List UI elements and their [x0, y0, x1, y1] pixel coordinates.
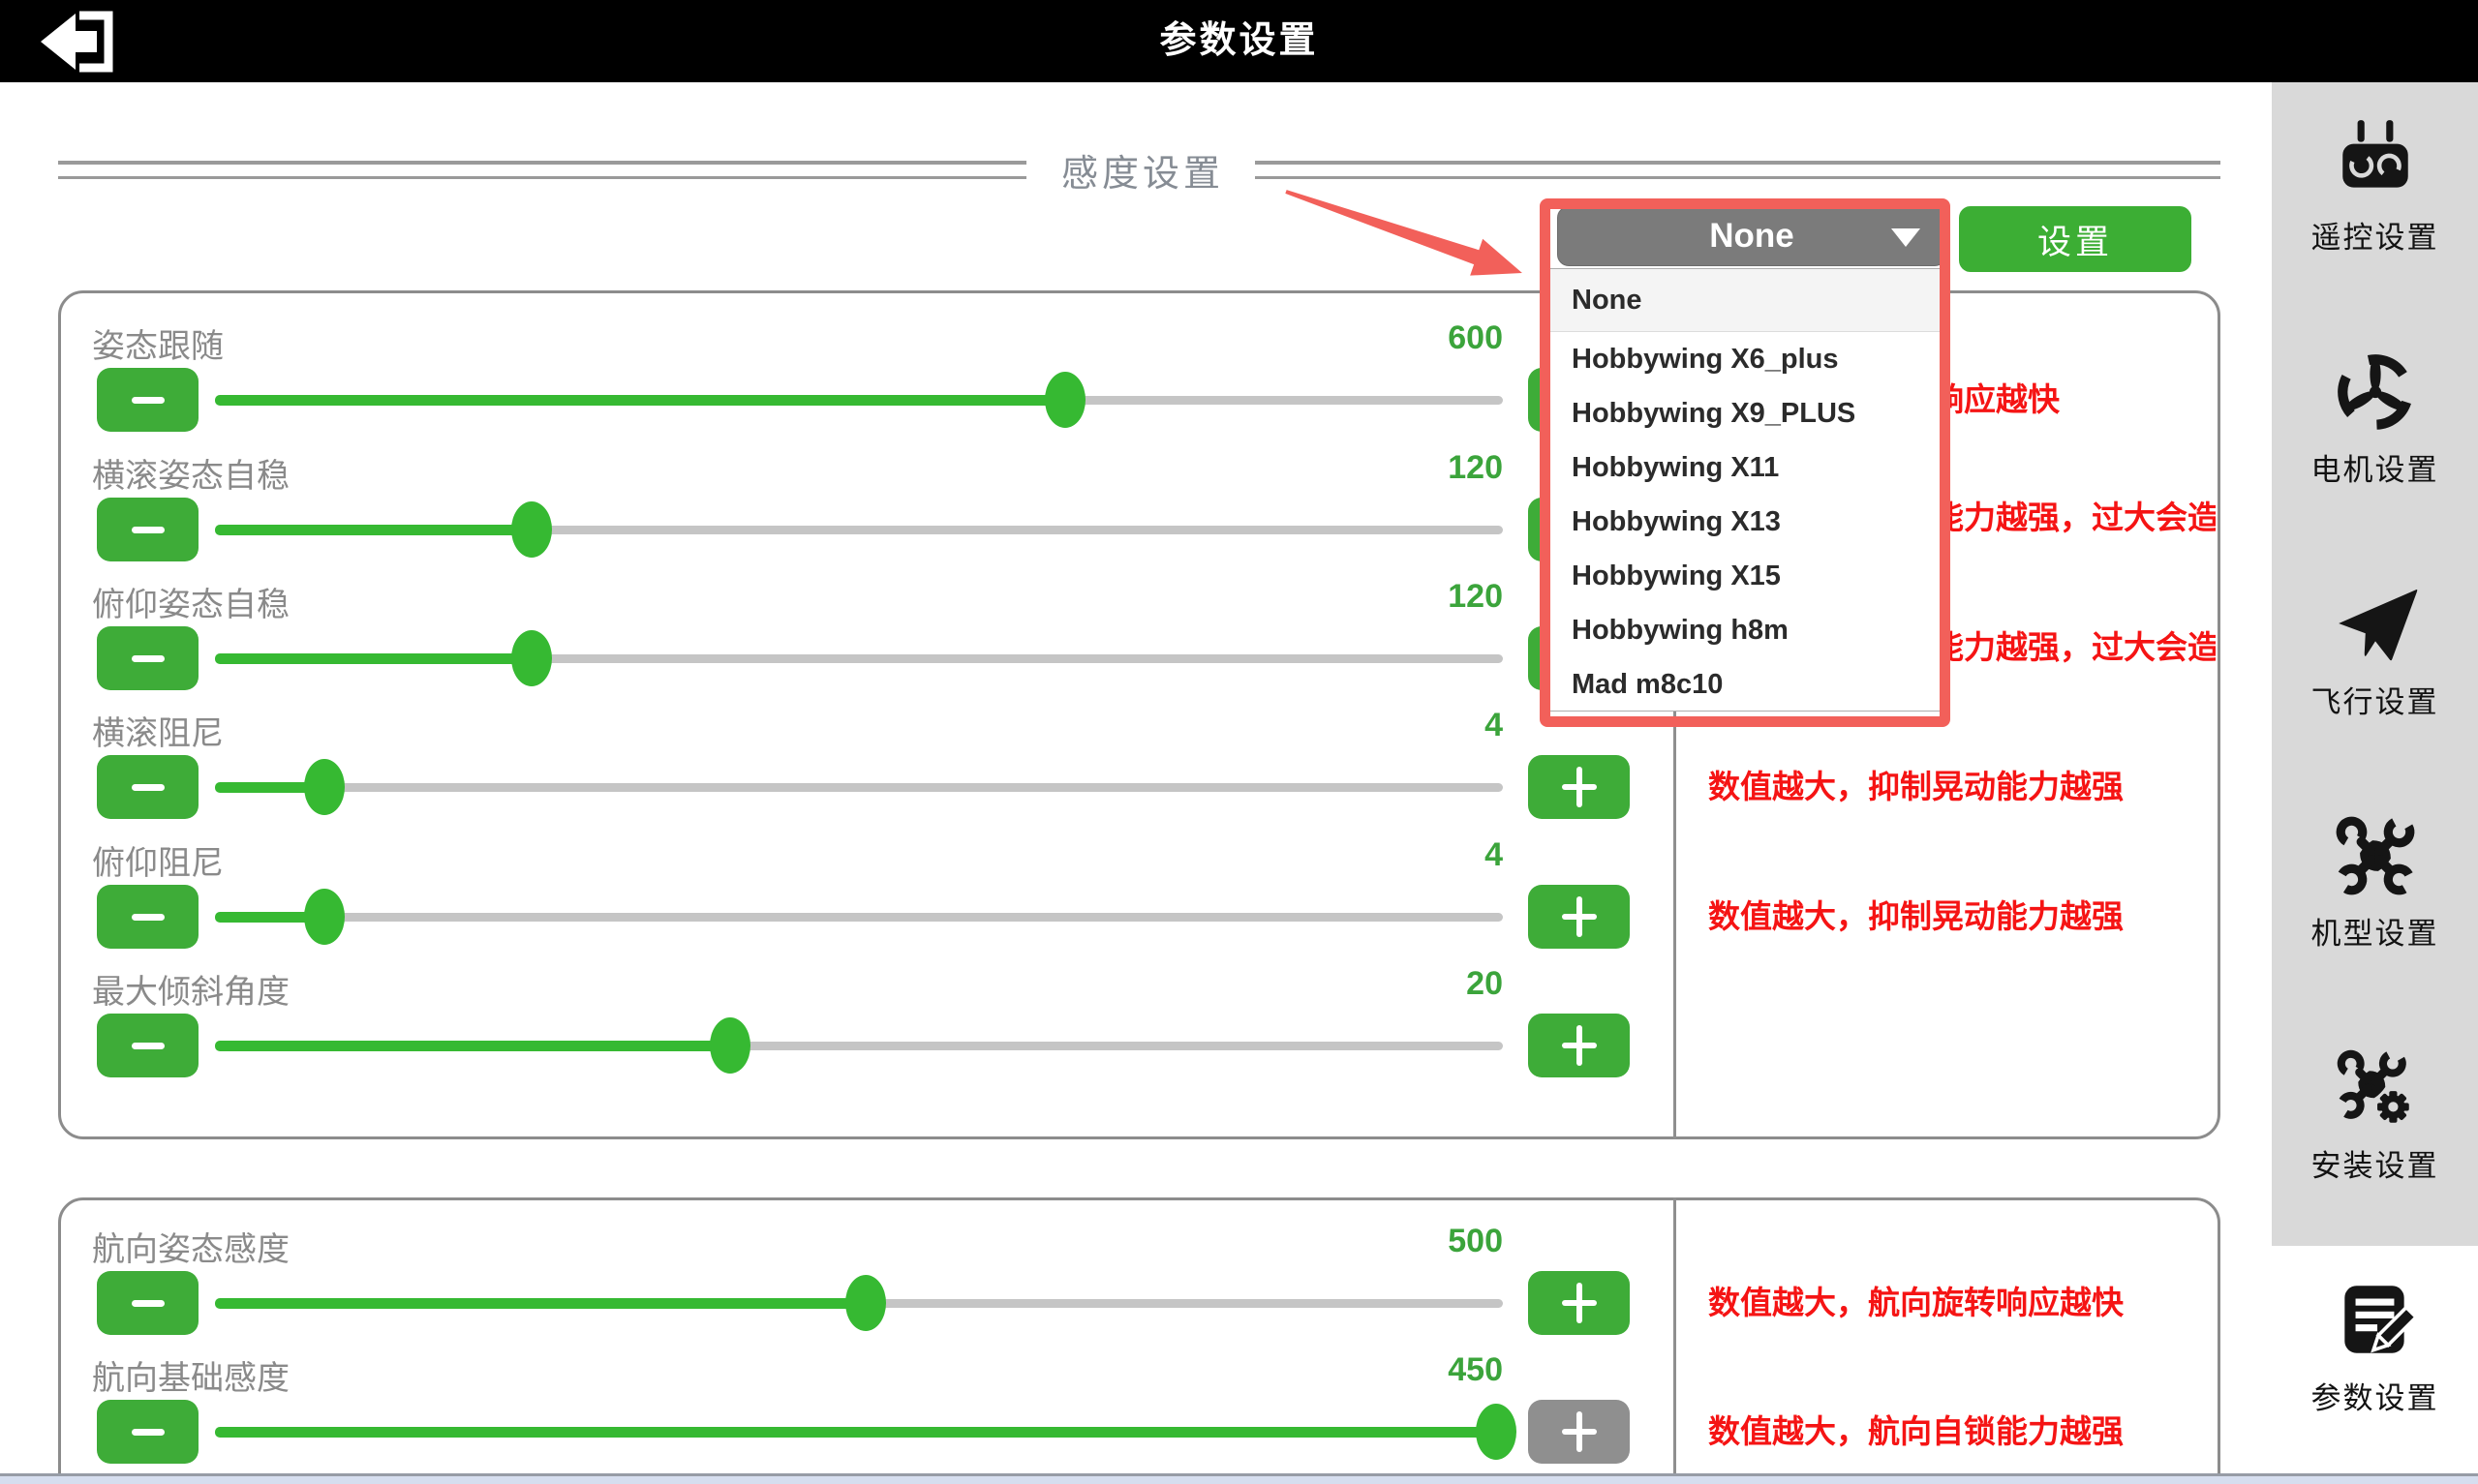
sidebar-item-label: 飞行设置: [2272, 678, 2478, 721]
slider-fill: [215, 525, 532, 535]
dropdown-option-m8c10[interactable]: Mad m8c10: [1548, 657, 1943, 712]
slider-fill: [215, 395, 1065, 406]
slider-thumb[interactable]: [710, 1017, 750, 1074]
chevron-down-icon: [1891, 228, 1920, 247]
slider-fill: [215, 1298, 866, 1309]
esc-dropdown-list: None Hobbywing X6_plus Hobbywing X9_PLUS…: [1547, 268, 1944, 712]
row-value: 4: [1212, 836, 1503, 874]
sidebar-item-label: 参数设置: [2272, 1374, 2478, 1417]
slider-thumb[interactable]: [845, 1275, 886, 1331]
slider-track[interactable]: [215, 1299, 1503, 1308]
dropdown-option-x13[interactable]: Hobbywing X13: [1548, 495, 1943, 549]
dropdown-option-none[interactable]: None: [1548, 269, 1943, 332]
minus-button[interactable]: [97, 885, 199, 949]
plus-button[interactable]: [1528, 885, 1630, 949]
back-icon: [25, 64, 114, 78]
slider-thumb[interactable]: [511, 501, 552, 558]
slider-thumb[interactable]: [304, 759, 345, 815]
row-value: 450: [1212, 1351, 1503, 1389]
back-button[interactable]: [25, 8, 114, 76]
slider-track[interactable]: [215, 396, 1503, 405]
sidebar-item-motor-settings[interactable]: 电机设置: [2272, 348, 2478, 489]
quadcopter-icon: [2272, 811, 2478, 905]
slider-fill: [215, 1041, 730, 1051]
row-value: 4: [1212, 707, 1503, 744]
header-rule-right-bottom: [1255, 176, 2220, 179]
slider-track[interactable]: [215, 654, 1503, 663]
row-value: 500: [1212, 1223, 1503, 1260]
minus-button[interactable]: [97, 626, 199, 690]
row-label: 航向基础感度: [92, 1351, 290, 1399]
parameter-settings-screen: 参数设置 感度设置 姿态跟随 600 横滚姿态自稳 120: [0, 0, 2478, 1484]
sidebar-item-flight-settings[interactable]: 飞行设置: [2272, 580, 2478, 721]
row-label: 姿态跟随: [92, 319, 224, 367]
plus-button-disabled[interactable]: [1528, 1400, 1630, 1464]
minus-button[interactable]: [97, 755, 199, 819]
sidebar-item-label: 机型设置: [2272, 909, 2478, 953]
hint-yaw-basic: 数值越大，航向自锁能力越强: [1708, 1409, 2216, 1454]
dropdown-option-x9plus[interactable]: Hobbywing X9_PLUS: [1548, 386, 1943, 440]
plus-button[interactable]: [1528, 1271, 1630, 1335]
dropdown-option-x6plus[interactable]: Hobbywing X6_plus: [1548, 332, 1943, 386]
minus-button[interactable]: [97, 498, 199, 561]
slider-track[interactable]: [215, 913, 1503, 922]
row-label: 横滚姿态自稳: [92, 449, 290, 497]
set-button[interactable]: 设置: [1959, 206, 2191, 272]
row-value: 20: [1212, 965, 1503, 1003]
minus-button[interactable]: [97, 368, 199, 432]
sidebar-item-install-settings[interactable]: 安装设置: [2272, 1044, 2478, 1185]
header-rule-right-top: [1255, 161, 2220, 165]
slider-track[interactable]: [215, 1428, 1503, 1437]
minus-button[interactable]: [97, 1014, 199, 1077]
minus-button[interactable]: [97, 1400, 199, 1464]
slider-thumb[interactable]: [304, 889, 345, 945]
remote-controller-icon: [2272, 115, 2478, 209]
dropdown-option-h8m[interactable]: Hobbywing h8m: [1548, 603, 1943, 657]
title-bar: 参数设置: [0, 0, 2478, 82]
row-value: 600: [1212, 319, 1503, 357]
sidebar-item-label: 遥控设置: [2272, 213, 2478, 257]
dropdown-option-x15[interactable]: Hobbywing X15: [1548, 549, 1943, 603]
sidebar-item-frame-settings[interactable]: 机型设置: [2272, 811, 2478, 953]
header-rule-left-bottom: [58, 176, 1026, 179]
page-title: 参数设置: [0, 0, 2478, 82]
hint-roll-damping: 数值越大，抑制晃动能力越强: [1708, 765, 2216, 809]
slider-thumb[interactable]: [511, 630, 552, 686]
propeller-icon: [2272, 348, 2478, 441]
sidebar-item-remote-settings[interactable]: 遥控设置: [2272, 115, 2478, 257]
sidebar-item-label: 电机设置: [2272, 445, 2478, 489]
dropdown-selected-value: None: [1558, 207, 1945, 265]
paper-plane-icon: [2272, 580, 2478, 674]
slider-track[interactable]: [215, 783, 1503, 792]
row-value: 120: [1212, 449, 1503, 487]
section-title: 感度设置: [1026, 143, 1259, 197]
document-pencil-icon: [2272, 1276, 2478, 1370]
slider-fill: [215, 1427, 1496, 1438]
row-label: 横滚阻尼: [92, 707, 224, 754]
row-label: 航向姿态感度: [92, 1223, 290, 1270]
slider-thumb[interactable]: [1476, 1404, 1516, 1460]
hint-yaw-attitude: 数值越大，航向旋转响应越快: [1708, 1281, 2216, 1325]
plus-button[interactable]: [1528, 755, 1630, 819]
plus-button[interactable]: [1528, 1014, 1630, 1077]
row-label: 俯仰阻尼: [92, 836, 224, 884]
slider-track[interactable]: [215, 1042, 1503, 1050]
slider-fill: [215, 653, 532, 664]
header-rule-left-top: [58, 161, 1026, 165]
slider-track[interactable]: [215, 526, 1503, 534]
esc-dropdown-select[interactable]: None: [1557, 206, 1946, 266]
hint-pitch-damping: 数值越大，抑制晃动能力越强: [1708, 894, 2216, 939]
row-value: 120: [1212, 578, 1503, 616]
sidebar-item-parameter-settings[interactable]: 参数设置: [2272, 1276, 2478, 1417]
row-label: 俯仰姿态自稳: [92, 578, 290, 625]
slider-row-max-tilt-angle: 最大倾斜角度 20: [0, 965, 2220, 1110]
drone-gear-icon: [2272, 1044, 2478, 1137]
dropdown-option-x11[interactable]: Hobbywing X11: [1548, 440, 1943, 495]
slider-thumb[interactable]: [1045, 372, 1086, 428]
minus-button[interactable]: [97, 1271, 199, 1335]
bottom-band: [0, 1476, 2478, 1484]
row-label: 最大倾斜角度: [92, 965, 290, 1013]
sidebar-item-label: 安装设置: [2272, 1141, 2478, 1185]
